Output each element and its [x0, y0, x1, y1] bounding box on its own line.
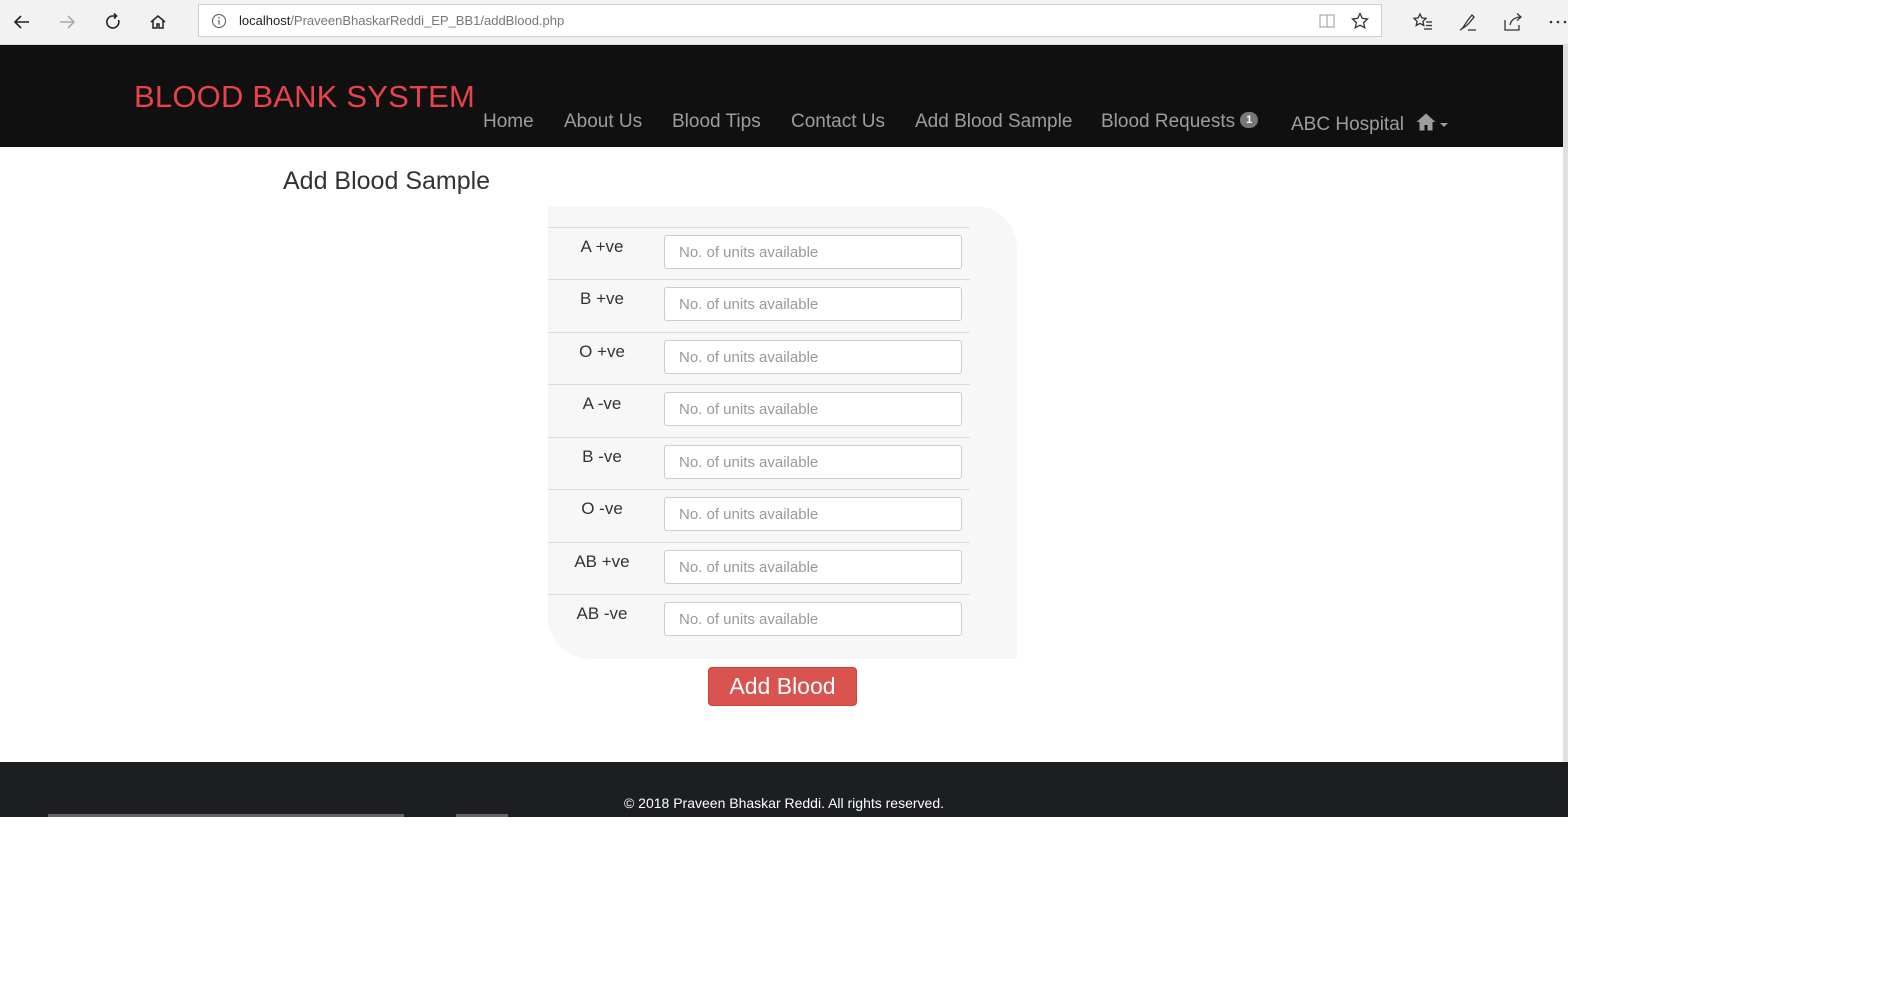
- forward-icon[interactable]: [53, 8, 81, 36]
- back-icon[interactable]: [8, 8, 36, 36]
- form-row: O +ve: [548, 332, 970, 384]
- blood-group-label: AB +ve: [574, 552, 630, 571]
- brand-title[interactable]: BLOOD BANK SYSTEM: [134, 79, 475, 115]
- form-row: A -ve: [548, 384, 970, 436]
- pen-icon[interactable]: [1456, 10, 1480, 34]
- blood-group-label: O +ve: [579, 342, 625, 361]
- address-bar[interactable]: localhost/PraveenBhaskarReddi_EP_BB1/add…: [198, 4, 1382, 37]
- home-icon[interactable]: [144, 8, 172, 36]
- hospital-label: ABC Hospital: [1291, 114, 1404, 135]
- blood-group-label: B +ve: [580, 289, 624, 308]
- ab-negative-units-input[interactable]: [664, 602, 962, 636]
- form-row: AB +ve: [548, 542, 970, 594]
- a-positive-units-input[interactable]: [664, 235, 962, 269]
- nav-blood-requests[interactable]: Blood Requests 1: [1101, 111, 1259, 133]
- url-host: localhost: [239, 13, 291, 28]
- blood-group-label: AB -ve: [576, 604, 628, 623]
- nav-blood-requests-label: Blood Requests: [1101, 111, 1236, 132]
- hospital-dropdown[interactable]: ABC Hospital: [1291, 112, 1449, 136]
- page-title: Add Blood Sample: [283, 167, 491, 195]
- favorites-list-icon[interactable]: [1411, 10, 1435, 34]
- vertical-scrollbar[interactable]: [1563, 44, 1568, 817]
- home-icon: [1416, 113, 1436, 131]
- o-negative-units-input[interactable]: [664, 497, 962, 531]
- nav-blood-tips[interactable]: Blood Tips: [672, 111, 761, 133]
- b-positive-units-input[interactable]: [664, 287, 962, 321]
- a-negative-units-input[interactable]: [664, 392, 962, 426]
- copyright-text: © 2018 Praveen Bhaskar Reddi. All rights…: [623, 795, 945, 811]
- refresh-icon[interactable]: [99, 8, 127, 36]
- chevron-down-icon: [1440, 122, 1449, 127]
- blood-group-label: B -ve: [582, 447, 622, 466]
- form-row: B -ve: [548, 437, 970, 489]
- blood-group-label: O -ve: [581, 499, 623, 518]
- browser-toolbar: localhost/PraveenBhaskarReddi_EP_BB1/add…: [0, 0, 1568, 45]
- reading-view-icon[interactable]: [1317, 11, 1337, 31]
- horizontal-scrollbar-thumb[interactable]: [456, 814, 508, 817]
- form-row: A +ve: [548, 227, 970, 279]
- b-negative-units-input[interactable]: [664, 445, 962, 479]
- nav-add-blood-sample[interactable]: Add Blood Sample: [915, 111, 1072, 133]
- url-path: /PraveenBhaskarReddi_EP_BB1/addBlood.php: [290, 13, 565, 28]
- add-blood-button[interactable]: Add Blood: [708, 667, 857, 706]
- favorite-star-icon[interactable]: [1350, 11, 1370, 31]
- form-row: AB -ve: [548, 594, 970, 646]
- requests-count-badge: 1: [1240, 111, 1259, 128]
- nav-home[interactable]: Home: [483, 111, 534, 133]
- blood-group-label: A +ve: [580, 237, 624, 256]
- blood-group-label: A -ve: [582, 394, 622, 413]
- url-text: localhost/PraveenBhaskarReddi_EP_BB1/add…: [239, 13, 564, 28]
- o-positive-units-input[interactable]: [664, 340, 962, 374]
- ab-positive-units-input[interactable]: [664, 550, 962, 584]
- form-row: B +ve: [548, 279, 970, 331]
- form-row: O -ve: [548, 489, 970, 541]
- nav-contact-us[interactable]: Contact Us: [791, 111, 885, 133]
- site-navbar: BLOOD BANK SYSTEM Home About Us Blood Ti…: [0, 45, 1568, 147]
- nav-about-us[interactable]: About Us: [564, 111, 642, 133]
- info-icon[interactable]: [211, 13, 227, 29]
- horizontal-scrollbar[interactable]: [48, 814, 404, 817]
- share-icon[interactable]: [1501, 10, 1525, 34]
- footer: © 2018 Praveen Bhaskar Reddi. All rights…: [0, 762, 1568, 817]
- more-icon[interactable]: [1546, 10, 1570, 34]
